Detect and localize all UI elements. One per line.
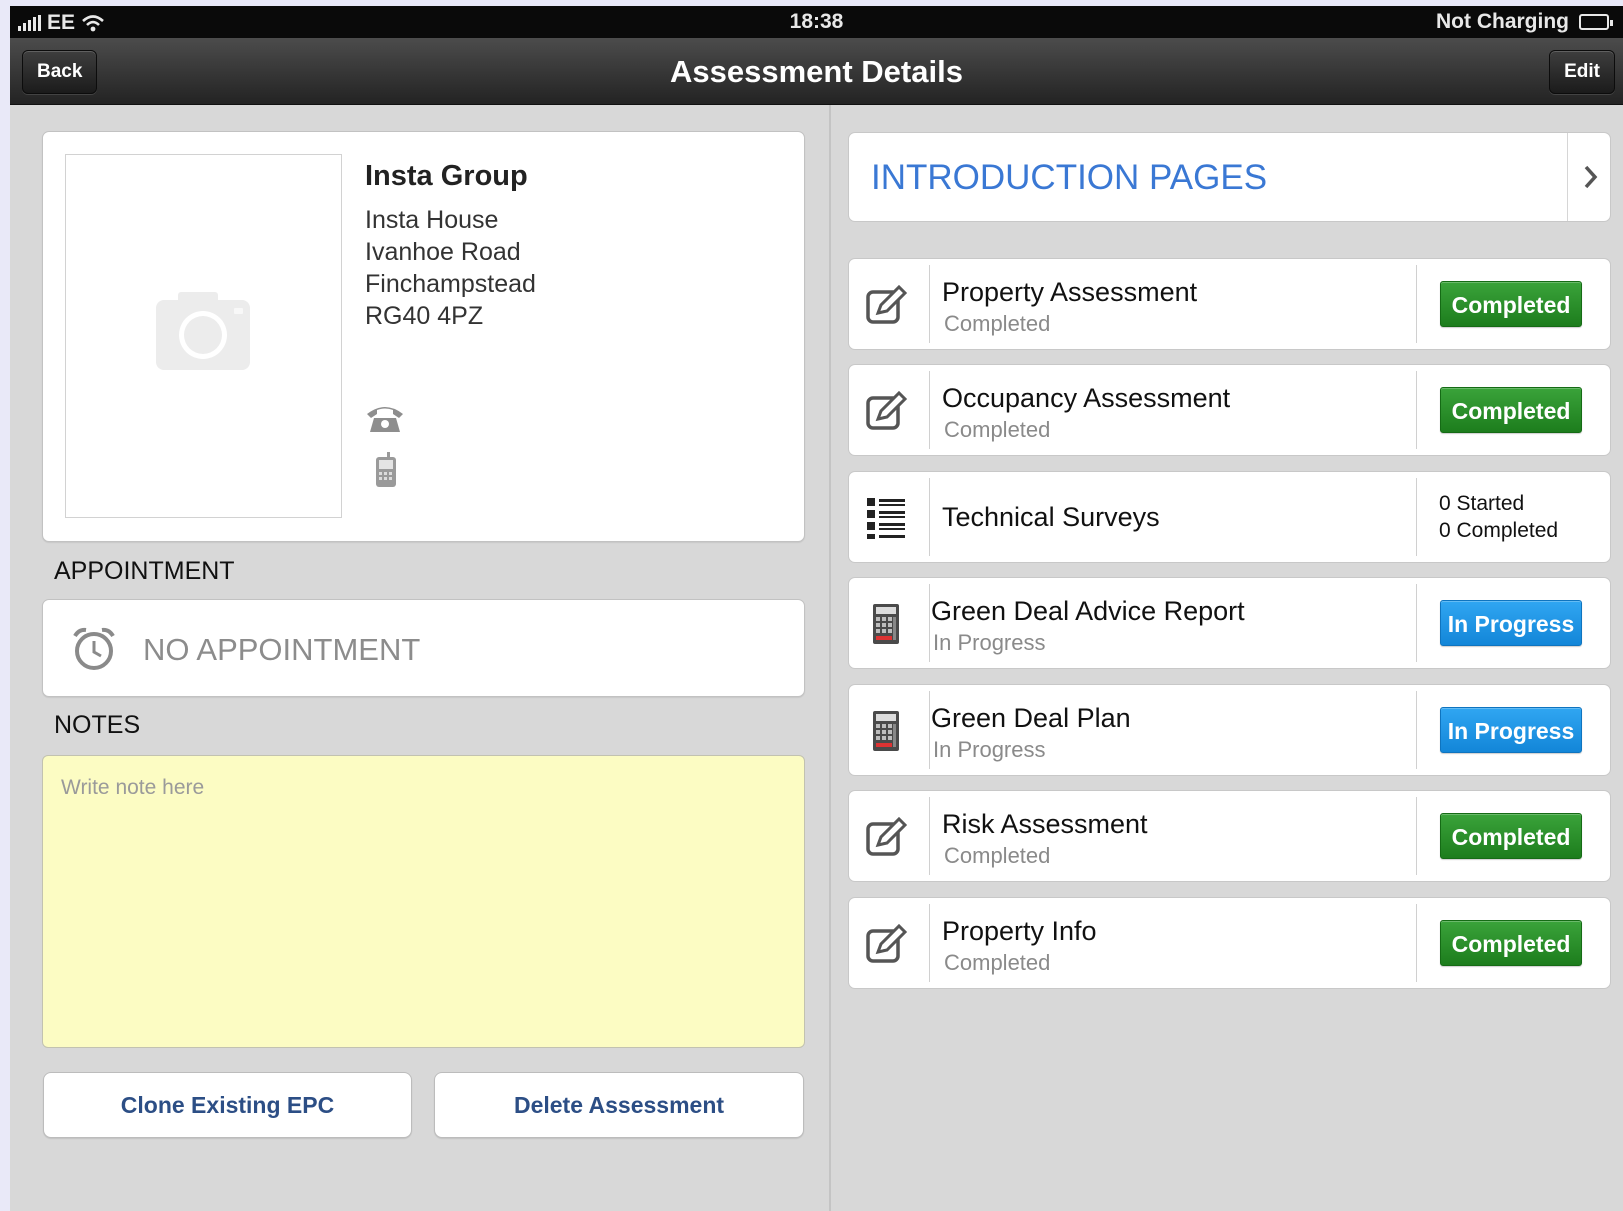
assessment-row-occupancy-assessment[interactable]: Occupancy Assessment Completed Completed (848, 364, 1611, 456)
address-line: RG40 4PZ (365, 302, 484, 330)
battery-info: Not Charging (1436, 10, 1613, 34)
assessment-row-property-info[interactable]: Property Info Completed Completed (848, 897, 1611, 989)
status-time: 18:38 (789, 10, 844, 33)
row-divider (1567, 133, 1568, 221)
row-icon-cell (849, 259, 929, 349)
row-icon-cell (849, 791, 929, 881)
status-bar: EE 18:38 Not Charging (10, 6, 1623, 38)
row-title: Green Deal Advice Report (931, 596, 1245, 626)
edit-icon (866, 390, 908, 430)
row-divider (1416, 797, 1417, 875)
row-divider (929, 691, 930, 769)
row-divider (1416, 478, 1417, 556)
assessment-row-green-deal-advice-report[interactable]: Green Deal Advice Report In Progress In … (848, 577, 1611, 669)
contact-name: Insta Group (365, 160, 528, 192)
battery-icon (1579, 14, 1613, 30)
address-line: Insta House (365, 206, 499, 234)
contact-photo-placeholder[interactable] (65, 154, 342, 518)
row-subtitle: Completed (944, 843, 1051, 868)
row-divider (929, 265, 930, 343)
row-icon-cell (849, 898, 929, 988)
page-title: Assessment Details (670, 54, 963, 89)
status-badge: Completed (1440, 920, 1582, 966)
address-line: Ivanhoe Road (365, 238, 521, 266)
phone-icon[interactable] (365, 404, 405, 434)
clone-existing-epc-button[interactable]: Clone Existing EPC (43, 1072, 412, 1138)
chevron-right-icon (1584, 165, 1598, 189)
status-badge: Completed (1440, 387, 1582, 433)
status-badge: Completed (1440, 281, 1582, 327)
calculator-icon (873, 604, 899, 644)
row-icon-cell (849, 578, 929, 668)
row-divider (929, 584, 930, 662)
row-divider (929, 797, 930, 875)
list-icon (867, 498, 905, 539)
row-divider (1416, 371, 1417, 449)
edit-icon (866, 816, 908, 856)
notes-area (42, 755, 805, 1048)
camera-icon (156, 292, 250, 370)
mobile-icon[interactable] (375, 452, 397, 488)
edit-button[interactable]: Edit (1549, 50, 1615, 94)
row-subtitle: Completed (944, 950, 1051, 975)
row-subtitle: In Progress (933, 737, 1046, 762)
row-title: Risk Assessment (942, 809, 1148, 839)
row-title: Occupancy Assessment (942, 383, 1231, 413)
status-badge: In Progress (1440, 600, 1582, 646)
row-title: Property Assessment (942, 277, 1198, 307)
appointment-text: NO APPOINTMENT (143, 632, 421, 667)
completed-count: 0 Completed (1439, 519, 1559, 542)
status-badge: In Progress (1440, 707, 1582, 753)
notes-input[interactable] (43, 756, 804, 1047)
row-divider (1416, 265, 1417, 343)
row-title: Green Deal Plan (931, 703, 1131, 733)
appointment-card[interactable]: NO APPOINTMENT (42, 599, 805, 697)
calculator-icon (873, 711, 899, 751)
row-divider (1416, 904, 1417, 982)
assessment-row-green-deal-plan[interactable]: Green Deal Plan In Progress In Progress (848, 684, 1611, 776)
row-divider (1416, 691, 1417, 769)
contact-card: Insta Group Insta House Ivanhoe Road Fin… (42, 131, 805, 542)
assessment-row-technical-surveys[interactable]: Technical Surveys 0 Started 0 Completed (848, 471, 1611, 563)
edit-icon (866, 284, 908, 324)
row-title: Technical Surveys (942, 502, 1160, 532)
navigation-bar: Back Assessment Details Edit (10, 38, 1623, 105)
row-divider (1416, 584, 1417, 662)
introduction-pages-label: INTRODUCTION PAGES (871, 158, 1268, 197)
assessment-row-property-assessment[interactable]: Property Assessment Completed Completed (848, 258, 1611, 350)
notes-section-label: NOTES (54, 711, 141, 739)
status-badge: Completed (1440, 813, 1582, 859)
row-divider (929, 904, 930, 982)
started-count: 0 Started (1439, 492, 1525, 515)
row-icon-cell (849, 365, 929, 455)
edit-icon (866, 923, 908, 963)
row-subtitle: Completed (944, 417, 1051, 442)
appointment-section-label: APPOINTMENT (54, 557, 235, 585)
row-icon-cell (849, 472, 929, 562)
split-divider (829, 105, 831, 1211)
row-divider (929, 371, 930, 449)
row-divider (929, 478, 930, 556)
address-line: Finchampstead (365, 270, 536, 298)
row-icon-cell (849, 685, 929, 775)
ipad-screen: EE 18:38 Not Charging Back Assessment De… (10, 6, 1623, 1211)
delete-assessment-button[interactable]: Delete Assessment (434, 1072, 804, 1138)
assessment-row-risk-assessment[interactable]: Risk Assessment Completed Completed (848, 790, 1611, 882)
row-subtitle: Completed (944, 311, 1051, 336)
alarm-clock-icon (73, 627, 115, 670)
row-subtitle: In Progress (933, 630, 1046, 655)
introduction-pages-row[interactable]: INTRODUCTION PAGES (848, 132, 1611, 222)
battery-status-text: Not Charging (1436, 10, 1569, 33)
survey-counts: 0 Started 0 Completed (1439, 490, 1558, 544)
row-title: Property Info (942, 916, 1097, 946)
